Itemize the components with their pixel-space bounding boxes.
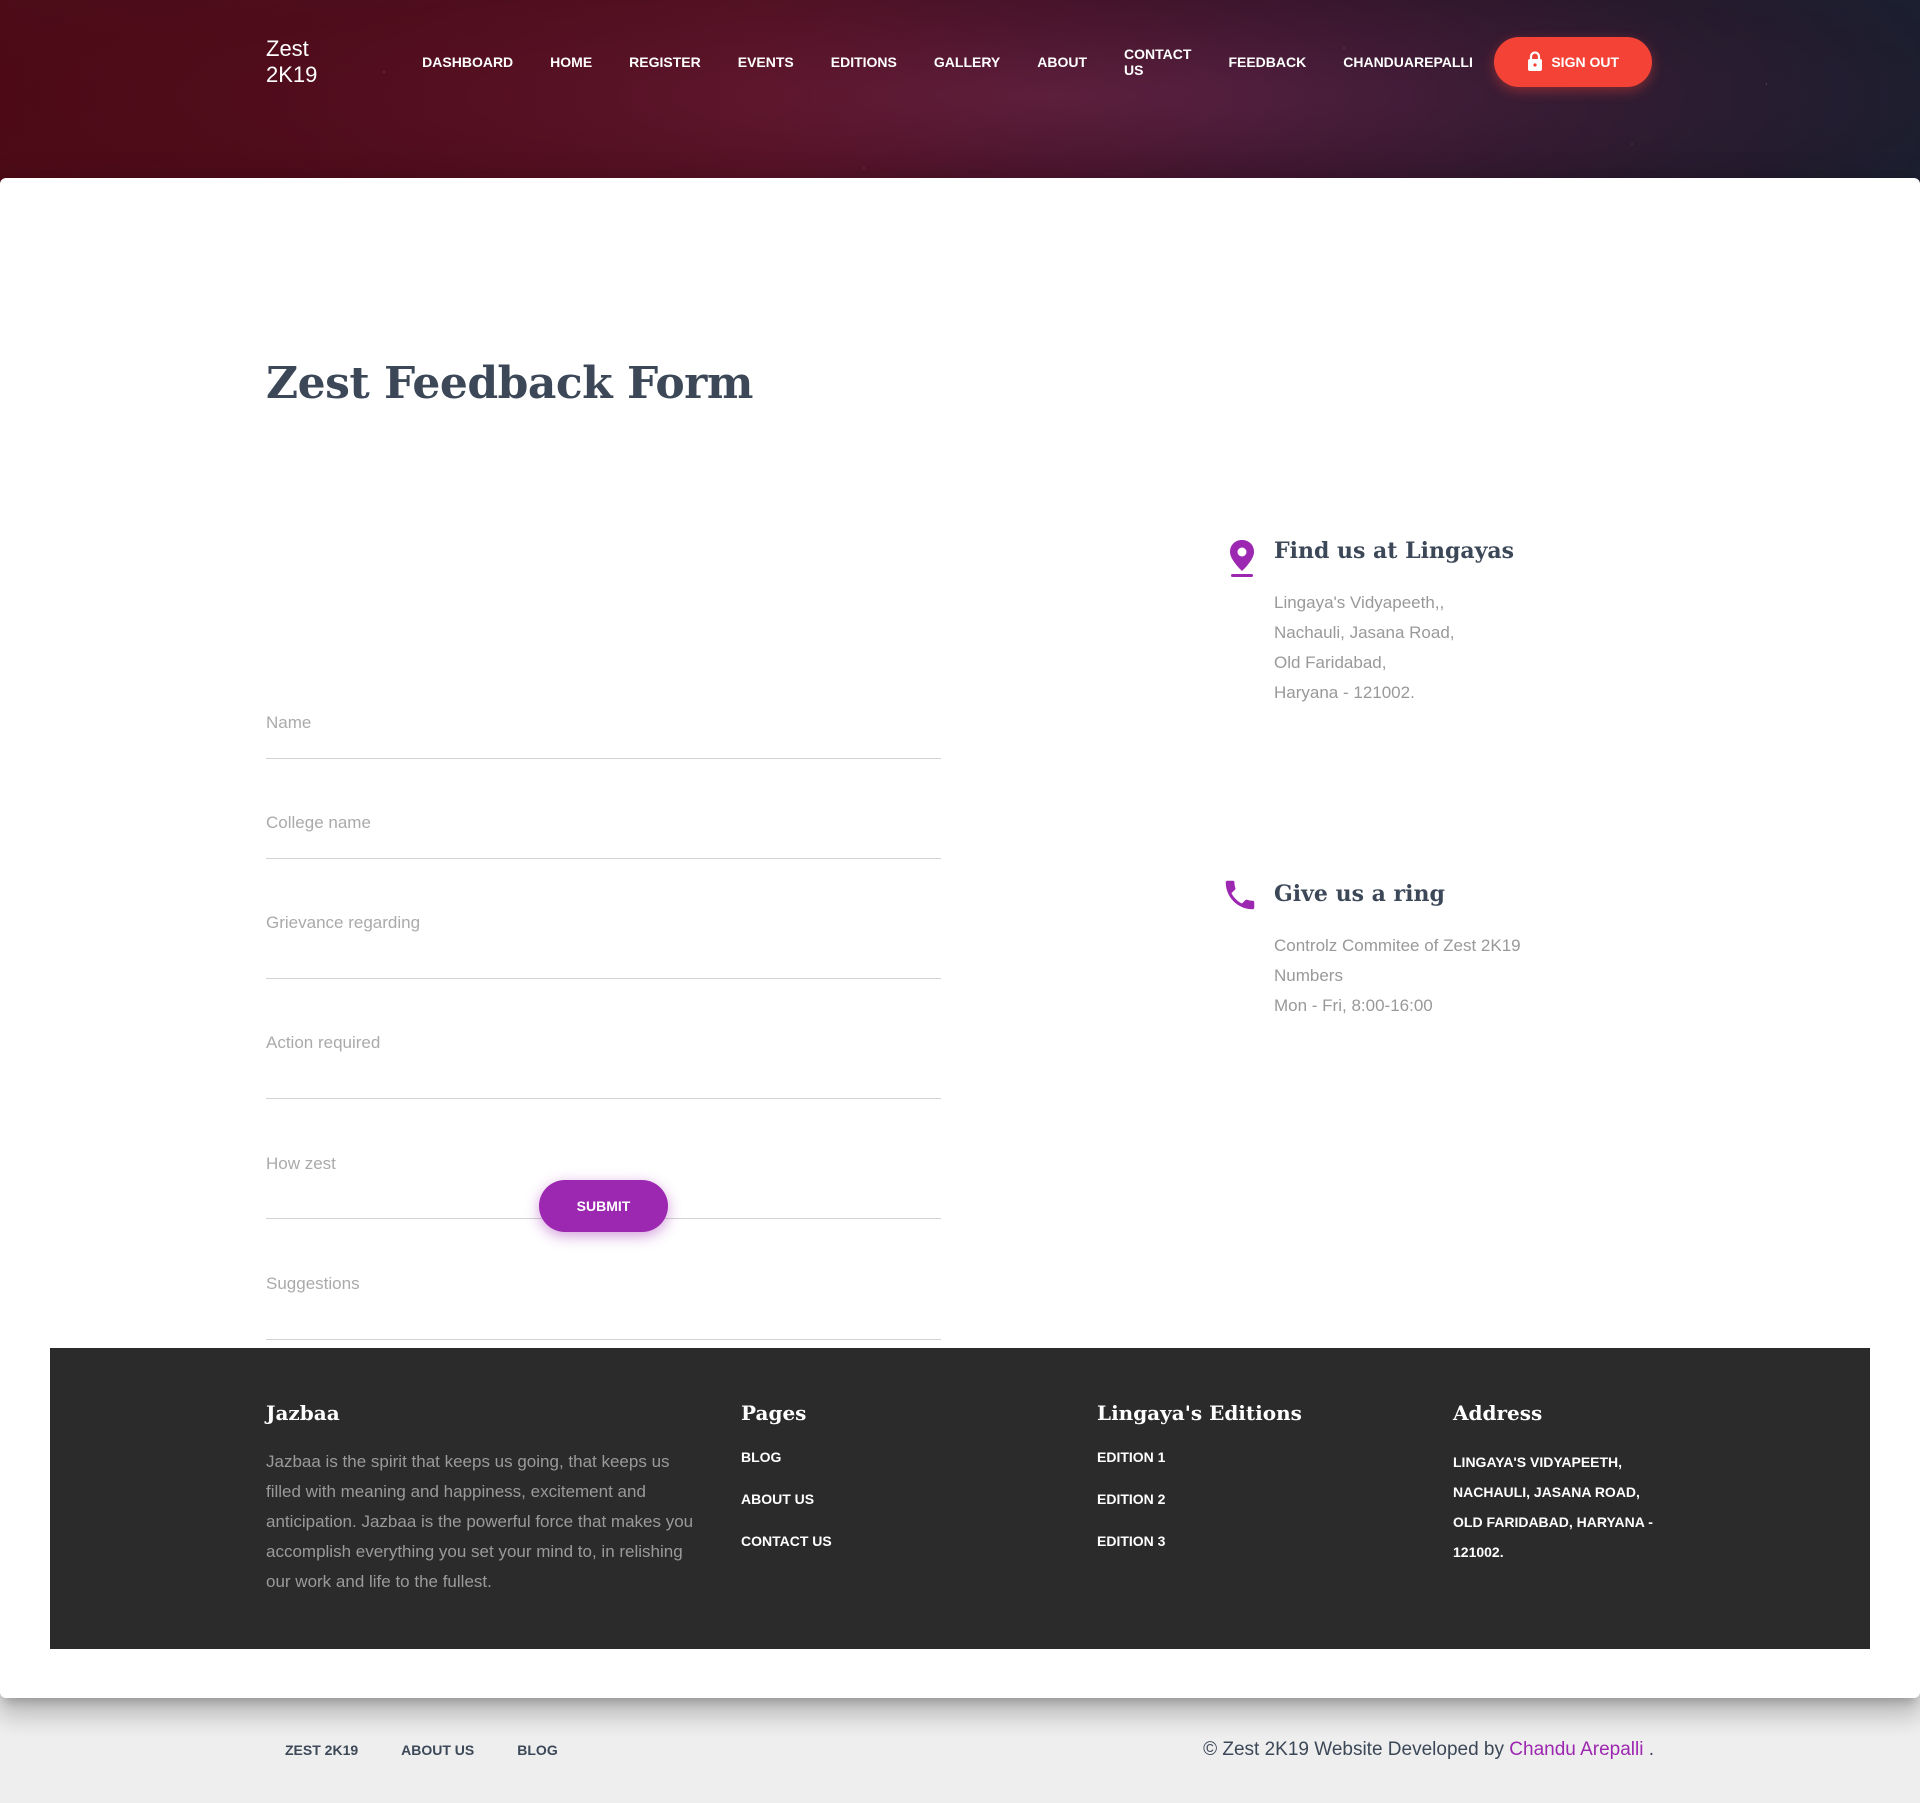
location-address: Lingaya's Vidyapeeth,, Nachauli, Jasana … (1274, 588, 1455, 708)
bottom-link-blog[interactable]: BLOG (517, 1742, 557, 1758)
footer-address: Address LINGAYA'S VIDYAPEETH, NACHAULI, … (1453, 1401, 1663, 1567)
footer-pages-title: Pages (741, 1401, 807, 1425)
footer-editions-title: Lingaya's Editions (1097, 1401, 1302, 1425)
sign-out-button[interactable]: SIGN OUT (1494, 37, 1652, 87)
how-zest-field-label: How zest (266, 1154, 336, 1173)
footer-about-text: Jazbaa is the spirit that keeps us going… (266, 1452, 694, 1591)
nav-user-profile[interactable]: CHANDUAREPALLI (1325, 54, 1492, 70)
footer-link-edition-1[interactable]: EDITION 1 (1097, 1447, 1302, 1467)
hero-title-fragment (800, 164, 900, 194)
footer-link-blog[interactable]: BLOG (741, 1447, 832, 1467)
nav-editions[interactable]: EDITIONS (812, 54, 915, 70)
nav-about[interactable]: ABOUT (1019, 54, 1106, 70)
phone-line: Mon - Fri, 8:00-16:00 (1274, 996, 1433, 1015)
nav-contact-us[interactable]: CONTACT US (1106, 46, 1210, 78)
nav-links: DASHBOARD HOME REGISTER EVENTS EDITIONS … (404, 46, 1492, 78)
footer-link-contact-us[interactable]: CONTACT US (741, 1531, 832, 1551)
phone-icon (1221, 876, 1259, 919)
college-name-field-label: College name (266, 813, 371, 832)
footer-address-title: Address (1453, 1401, 1543, 1425)
copyright-prefix: © Zest 2K19 Website Developed by (1203, 1739, 1510, 1760)
grievance-field[interactable]: Grievance regarding (266, 913, 941, 979)
page-title: Zest Feedback Form (266, 358, 753, 409)
nav-register[interactable]: REGISTER (611, 54, 720, 70)
main-card: Zest Feedback Form Name College name Gri… (0, 178, 1920, 1698)
suggestions-field[interactable]: Suggestions (266, 1274, 941, 1340)
footer-link-about-us[interactable]: ABOUT US (741, 1489, 832, 1509)
location-title: Find us at Lingayas (1274, 538, 1515, 564)
copyright-suffix: . (1643, 1739, 1654, 1760)
phone-title: Give us a ring (1274, 881, 1445, 907)
location-line: Nachauli, Jasana Road, (1274, 623, 1455, 642)
phone-details: Controlz Commitee of Zest 2K19 Numbers M… (1274, 931, 1521, 1021)
action-required-field-label: Action required (266, 1033, 381, 1052)
sign-out-label: SIGN OUT (1551, 54, 1620, 70)
location-line: Old Faridabad, (1274, 653, 1387, 672)
bottom-link-about-us[interactable]: ABOUT US (401, 1742, 474, 1758)
nav-home[interactable]: HOME (532, 54, 611, 70)
suggestions-field-label: Suggestions (266, 1274, 360, 1293)
phone-line: Numbers (1274, 966, 1343, 985)
submit-button[interactable]: SUBMIT (539, 1180, 668, 1232)
nav-dashboard[interactable]: DASHBOARD (404, 54, 532, 70)
brand-logo[interactable]: Zest 2K19 (266, 36, 361, 88)
name-field-label: Name (266, 713, 312, 732)
footer-address-text: LINGAYA'S VIDYAPEETH, NACHAULI, JASANA R… (1453, 1454, 1653, 1560)
phone-line: Controlz Commitee of Zest 2K19 (1274, 936, 1521, 955)
footer: Jazbaa Jazbaa is the spirit that keeps u… (50, 1348, 1870, 1649)
bottom-footer: ZEST 2K19 ABOUT US BLOG © Zest 2K19 Webs… (266, 1730, 1654, 1770)
footer-editions: Lingaya's Editions EDITION 1 EDITION 2 E… (1097, 1401, 1302, 1573)
grievance-field-label: Grievance regarding (266, 913, 421, 932)
location-line: Lingaya's Vidyapeeth,, (1274, 593, 1445, 612)
nav-gallery[interactable]: GALLERY (915, 54, 1018, 70)
copyright: © Zest 2K19 Website Developed by Chandu … (1203, 1739, 1654, 1761)
location-line: Haryana - 121002. (1274, 683, 1415, 702)
bottom-link-zest[interactable]: ZEST 2K19 (285, 1742, 358, 1758)
footer-link-edition-2[interactable]: EDITION 2 (1097, 1489, 1302, 1509)
nav-events[interactable]: EVENTS (719, 54, 812, 70)
action-required-field[interactable]: Action required (266, 1033, 941, 1099)
nav-feedback[interactable]: FEEDBACK (1210, 54, 1325, 70)
map-pin-icon (1226, 538, 1258, 583)
name-field[interactable]: Name (266, 713, 941, 759)
footer-about: Jazbaa Jazbaa is the spirit that keeps u… (266, 1401, 706, 1597)
author-link[interactable]: Chandu Arepalli (1509, 1739, 1643, 1760)
lock-icon (1527, 50, 1543, 74)
college-name-field[interactable]: College name (266, 813, 941, 859)
navbar: Zest 2K19 DASHBOARD HOME REGISTER EVENTS… (266, 36, 1652, 88)
footer-link-edition-3[interactable]: EDITION 3 (1097, 1531, 1302, 1551)
footer-pages: Pages BLOG ABOUT US CONTACT US (741, 1401, 832, 1573)
footer-about-title: Jazbaa (266, 1401, 340, 1425)
